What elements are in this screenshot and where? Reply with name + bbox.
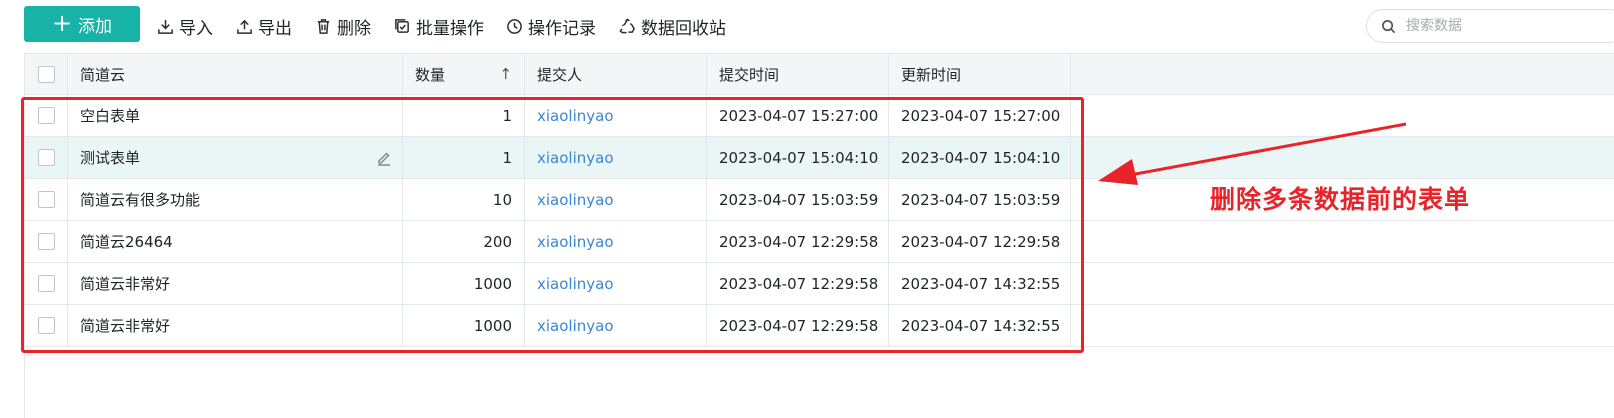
import-icon <box>158 19 173 34</box>
operation-log-label: 操作记录 <box>528 18 596 39</box>
header-submit-time[interactable]: 提交时间 <box>707 54 889 94</box>
header-update-time[interactable]: 更新时间 <box>889 54 1071 94</box>
row-filler <box>1071 221 1614 262</box>
export-icon <box>237 19 252 34</box>
row-submit-time: 2023-04-07 15:04:10 <box>707 137 889 178</box>
row-quantity: 1000 <box>403 305 525 346</box>
row-filler <box>1071 137 1614 178</box>
header-quantity[interactable]: 数量 ↑ <box>403 54 525 94</box>
row-name: 简道云非常好 <box>68 305 403 346</box>
row-checkbox[interactable] <box>37 275 55 292</box>
table-row[interactable]: 简道云非常好 1000 xiaolinyao 2023-04-07 12:29:… <box>25 263 1614 305</box>
row-checkbox[interactable] <box>37 107 55 124</box>
operation-log-button[interactable]: 操作记录 <box>506 14 596 39</box>
edit-icon[interactable] <box>376 150 392 170</box>
clock-icon <box>507 18 522 34</box>
table-row[interactable]: 简道云非常好 1000 xiaolinyao 2023-04-07 12:29:… <box>25 305 1614 347</box>
row-submit-time: 2023-04-07 12:29:58 <box>707 305 889 346</box>
row-submitter-link[interactable]: xiaolinyao <box>525 263 707 304</box>
row-checkbox-cell <box>25 221 68 262</box>
export-button[interactable]: 导出 <box>236 14 292 39</box>
row-submitter-link[interactable]: xiaolinyao <box>525 95 707 136</box>
batch-operation-label: 批量操作 <box>416 18 484 39</box>
batch-operation-button[interactable]: 批量操作 <box>394 14 484 39</box>
row-submit-time: 2023-04-07 15:03:59 <box>707 179 889 220</box>
row-checkbox-cell <box>25 305 68 346</box>
data-table: 简道云 数量 ↑ 提交人 提交时间 更新时间 空白表单 1 xiaolinyao… <box>24 53 1614 418</box>
plus-icon: + <box>51 8 73 37</box>
recycle-bin-label: 数据回收站 <box>641 18 726 39</box>
row-update-time: 2023-04-07 14:32:55 <box>889 305 1071 346</box>
row-quantity: 10 <box>403 179 525 220</box>
search-icon <box>1382 19 1396 33</box>
row-checkbox-cell <box>25 137 68 178</box>
add-button[interactable]: + 添加 <box>24 6 140 42</box>
row-submit-time: 2023-04-07 12:29:58 <box>707 221 889 262</box>
row-submitter-link[interactable]: xiaolinyao <box>525 179 707 220</box>
row-checkbox[interactable] <box>37 191 55 208</box>
table-row[interactable]: 测试表单 1 xiaolinyao 2023-04-07 15:04:10 20… <box>25 137 1614 179</box>
row-filler <box>1071 305 1614 346</box>
recycle-icon <box>619 17 635 33</box>
row-submit-time: 2023-04-07 15:27:00 <box>707 95 889 136</box>
table-header: 简道云 数量 ↑ 提交人 提交时间 更新时间 <box>25 53 1614 95</box>
toolbar: + 添加 导入 导出 删除 批量操作 操作记录 数据回收站 <box>0 0 1614 52</box>
row-update-time: 2023-04-07 15:27:00 <box>889 95 1071 136</box>
table-row[interactable]: 简道云26464 200 xiaolinyao 2023-04-07 12:29… <box>25 221 1614 263</box>
delete-label: 删除 <box>337 18 371 39</box>
export-label: 导出 <box>258 18 292 39</box>
row-name: 简道云26464 <box>68 221 403 262</box>
trash-icon <box>317 18 330 34</box>
row-checkbox[interactable] <box>37 149 55 166</box>
header-name[interactable]: 简道云 <box>68 54 403 94</box>
row-checkbox-cell <box>25 95 68 136</box>
search-box <box>1366 9 1614 43</box>
annotation-text: 删除多条数据前的表单 <box>1210 185 1471 214</box>
sort-up-icon[interactable]: ↑ <box>499 65 512 83</box>
row-update-time: 2023-04-07 15:03:59 <box>889 179 1071 220</box>
row-submitter-link[interactable]: xiaolinyao <box>525 137 707 178</box>
row-submit-time: 2023-04-07 12:29:58 <box>707 263 889 304</box>
row-submitter-link[interactable]: xiaolinyao <box>525 221 707 262</box>
row-name: 简道云有很多功能 <box>68 179 403 220</box>
row-quantity: 200 <box>403 221 525 262</box>
import-label: 导入 <box>179 18 213 39</box>
row-update-time: 2023-04-07 14:32:55 <box>889 263 1071 304</box>
row-checkbox-cell <box>25 263 68 304</box>
row-submitter-link[interactable]: xiaolinyao <box>525 305 707 346</box>
header-checkbox-cell <box>25 54 68 94</box>
header-submitter[interactable]: 提交人 <box>525 54 707 94</box>
search-input[interactable] <box>1404 17 1608 35</box>
row-checkbox-cell <box>25 179 68 220</box>
row-quantity: 1 <box>403 95 525 136</box>
row-name: 测试表单 <box>80 149 141 167</box>
header-filler <box>1071 54 1614 94</box>
row-name-cell: 测试表单 <box>68 137 403 178</box>
row-name: 空白表单 <box>68 95 403 136</box>
table-row[interactable]: 空白表单 1 xiaolinyao 2023-04-07 15:27:00 20… <box>25 95 1614 137</box>
row-quantity: 1 <box>403 137 525 178</box>
row-name: 简道云非常好 <box>68 263 403 304</box>
row-quantity: 1000 <box>403 263 525 304</box>
row-filler <box>1071 263 1614 304</box>
delete-button[interactable]: 删除 <box>315 14 371 39</box>
batch-icon <box>395 18 409 33</box>
import-button[interactable]: 导入 <box>157 14 213 39</box>
header-quantity-label: 数量 <box>415 65 446 84</box>
add-button-label: 添加 <box>78 16 113 37</box>
row-update-time: 2023-04-07 12:29:58 <box>889 221 1071 262</box>
recycle-bin-button[interactable]: 数据回收站 <box>619 14 726 39</box>
row-checkbox[interactable] <box>37 233 55 250</box>
row-update-time: 2023-04-07 15:04:10 <box>889 137 1071 178</box>
select-all-checkbox[interactable] <box>37 65 55 83</box>
row-filler <box>1071 95 1614 136</box>
row-checkbox[interactable] <box>37 317 55 334</box>
